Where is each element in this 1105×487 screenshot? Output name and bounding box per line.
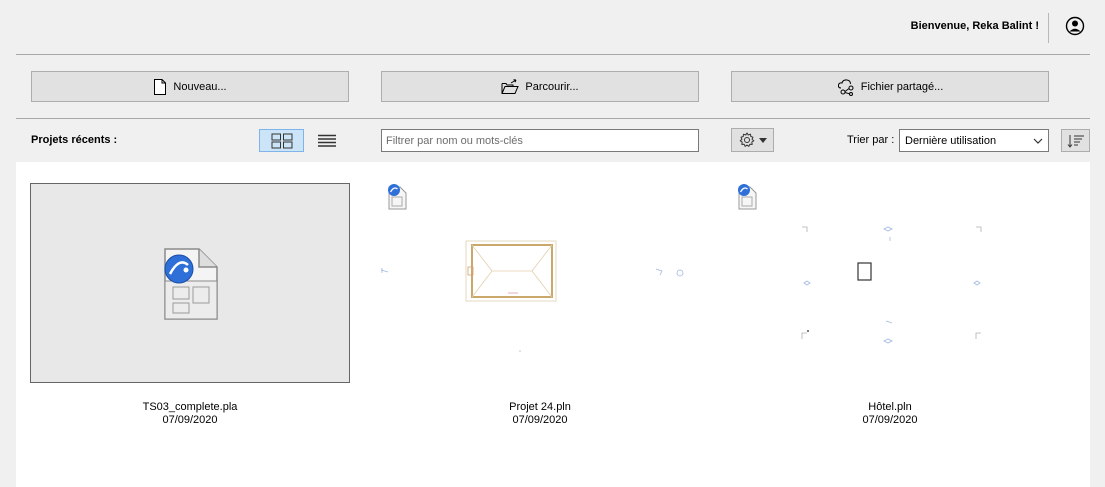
new-button[interactable]: Nouveau... — [31, 71, 349, 102]
project-date: 07/09/2020 — [162, 414, 218, 426]
browse-button[interactable]: Parcourir... — [381, 71, 699, 102]
toolbar-separator — [16, 118, 1090, 119]
settings-button[interactable] — [731, 128, 774, 152]
project-thumbnail — [380, 183, 700, 383]
chevron-down-icon — [1033, 138, 1043, 144]
sort-order-button[interactable] — [1061, 129, 1090, 152]
open-folder-icon — [501, 78, 520, 94]
archicad-file-icon — [738, 184, 757, 210]
header-bar: Bienvenue, Reka Balint ! — [0, 0, 1105, 54]
cloud-share-icon — [837, 78, 854, 96]
filter-input[interactable] — [381, 129, 699, 152]
header-separator — [16, 54, 1090, 55]
archicad-file-icon — [388, 184, 407, 210]
shared-file-button-label: Fichier partagé... — [860, 80, 944, 93]
floor-plan-preview — [380, 240, 684, 352]
sort-order-icon — [1067, 134, 1084, 148]
new-button-label: Nouveau... — [173, 80, 227, 93]
project-card[interactable]: TS03_complete.pla 07/09/2020 — [30, 183, 350, 443]
project-name: TS03_complete.pla — [142, 401, 238, 413]
grid-view-toggle[interactable] — [259, 129, 304, 152]
project-date: 07/09/2020 — [862, 414, 918, 426]
project-name: Projet 24.pln — [509, 401, 571, 413]
list-view-toggle[interactable] — [310, 129, 344, 152]
sort-dropdown[interactable]: Dernière utilisation — [899, 129, 1049, 152]
floor-plan-preview — [801, 226, 982, 344]
project-thumbnail — [30, 183, 350, 383]
project-name: Hôtel.pln — [868, 401, 912, 413]
browse-button-label: Parcourir... — [525, 80, 579, 93]
shared-file-button[interactable]: Fichier partagé... — [731, 71, 1049, 102]
header-divider — [1048, 13, 1049, 43]
project-date: 07/09/2020 — [512, 414, 568, 426]
gear-icon — [739, 132, 754, 147]
project-card[interactable]: Projet 24.pln 07/09/2020 — [380, 183, 700, 443]
new-file-icon — [154, 78, 167, 95]
recent-projects-label: Projets récents : — [31, 134, 118, 146]
list-icon — [318, 134, 336, 147]
sort-label: Trier par : — [847, 134, 895, 146]
grid-icon — [271, 133, 292, 148]
archicad-file-icon — [164, 248, 218, 320]
dropdown-arrow-icon — [758, 137, 767, 143]
welcome-text: Bienvenue, Reka Balint ! — [910, 20, 1039, 32]
project-thumbnail — [730, 183, 1050, 383]
project-card[interactable]: Hôtel.pln 07/09/2020 — [730, 183, 1050, 443]
sort-dropdown-value: Dernière utilisation — [905, 134, 997, 147]
user-circle-icon[interactable] — [1065, 16, 1085, 36]
